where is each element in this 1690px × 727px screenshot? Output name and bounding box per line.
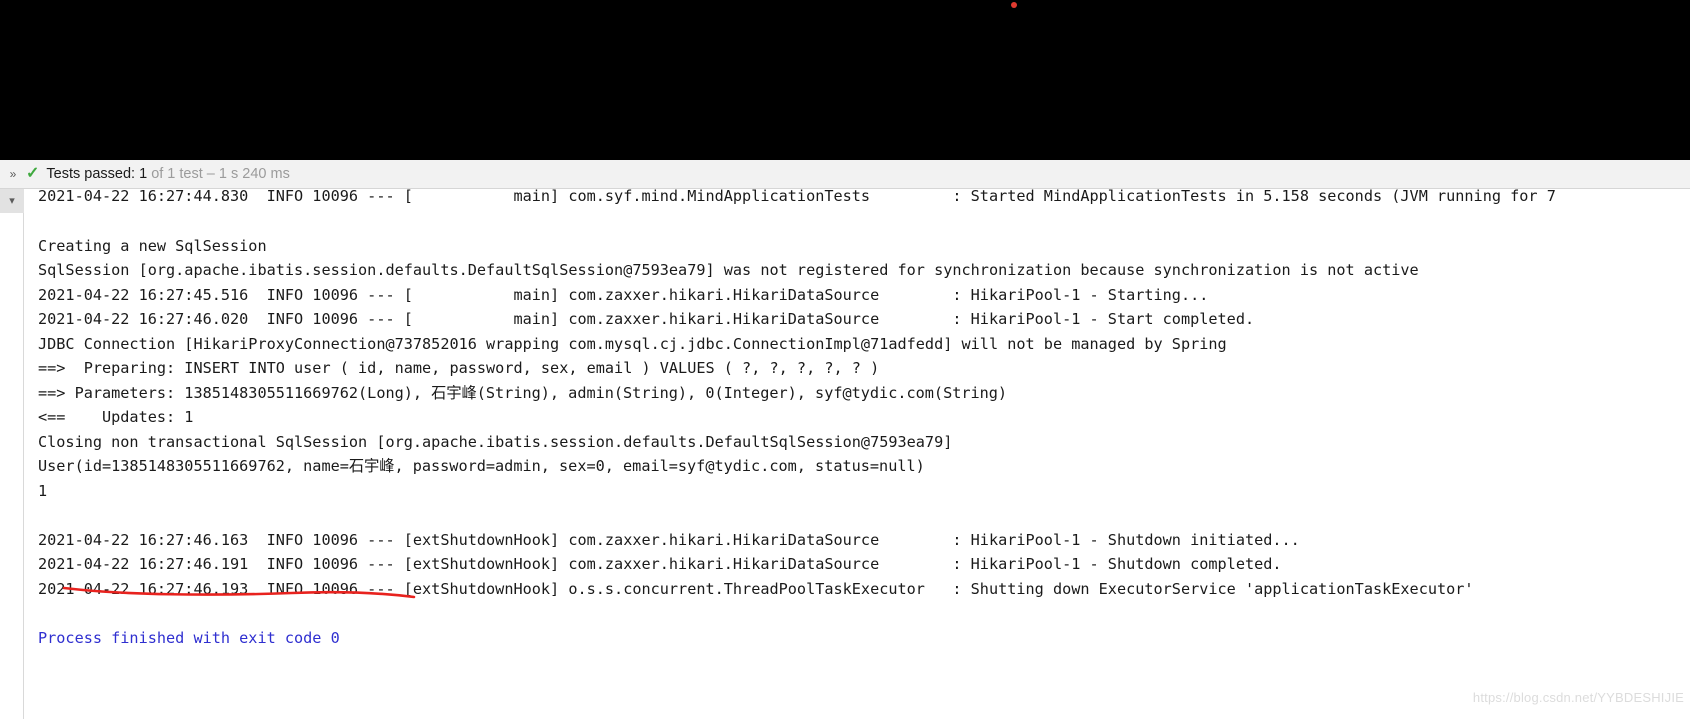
console-line: ==> Preparing: INSERT INTO user ( id, na…	[38, 359, 880, 377]
console-output-panel[interactable]: ▾ 2021-04-22 16:27:44.830 INFO 10096 ---…	[0, 189, 1690, 727]
console-line: JDBC Connection [HikariProxyConnection@7…	[38, 334, 1227, 353]
test-result-status: Tests passed: 1 of 1 test – 1 s 240 ms	[46, 166, 289, 182]
tests-passed-label: Tests passed: 1	[46, 166, 148, 182]
console-line: 1	[38, 481, 48, 500]
watermark-text: https://blog.csdn.net/YYBDESHIJIE	[1472, 690, 1684, 705]
editor-dark-region	[0, 0, 1690, 160]
console-line: ==> Parameters: 1385148305511669762(Long…	[38, 383, 1008, 402]
chevron-down-icon[interactable]: ▾	[0, 189, 24, 213]
console-log-text: 2021-04-22 16:27:44.830 INFO 10096 --- […	[24, 189, 1690, 727]
expand-chevrons-icon[interactable]: »	[0, 160, 26, 189]
bottom-strip	[0, 719, 1690, 727]
console-line: Process finished with exit code 0	[38, 628, 340, 647]
green-check-icon: ✓	[26, 165, 40, 182]
red-dot-marker	[1011, 2, 1017, 8]
console-gutter: ▾	[0, 189, 24, 727]
console-line: 2021-04-22 16:27:46.020 INFO 10096 --- […	[38, 310, 1255, 328]
console-line: 2021-04-22 16:27:46.191 INFO 10096 --- […	[38, 555, 1282, 573]
console-line: User(id=1385148305511669762, name=石宇峰, p…	[38, 457, 925, 475]
console-line: <== Updates: 1	[38, 408, 194, 426]
console-line: Creating a new SqlSession	[38, 236, 267, 255]
console-line: 2021-04-22 16:27:44.830 INFO 10096 --- […	[38, 189, 1556, 205]
console-line: SqlSession [org.apache.ibatis.session.de…	[38, 261, 1419, 279]
console-line: Closing non transactional SqlSession [or…	[38, 432, 953, 451]
console-line: 2021-04-22 16:27:46.163 INFO 10096 --- […	[38, 530, 1300, 549]
console-line: 2021-04-22 16:27:46.193 INFO 10096 --- […	[38, 579, 1474, 598]
ide-run-console-screen: » ✓ Tests passed: 1 of 1 test – 1 s 240 …	[0, 0, 1690, 727]
tests-detail-text: of 1 test – 1 s 240 ms	[151, 166, 290, 182]
test-status-bar: » ✓ Tests passed: 1 of 1 test – 1 s 240 …	[0, 160, 1690, 189]
console-line: 2021-04-22 16:27:45.516 INFO 10096 --- […	[38, 285, 1209, 304]
